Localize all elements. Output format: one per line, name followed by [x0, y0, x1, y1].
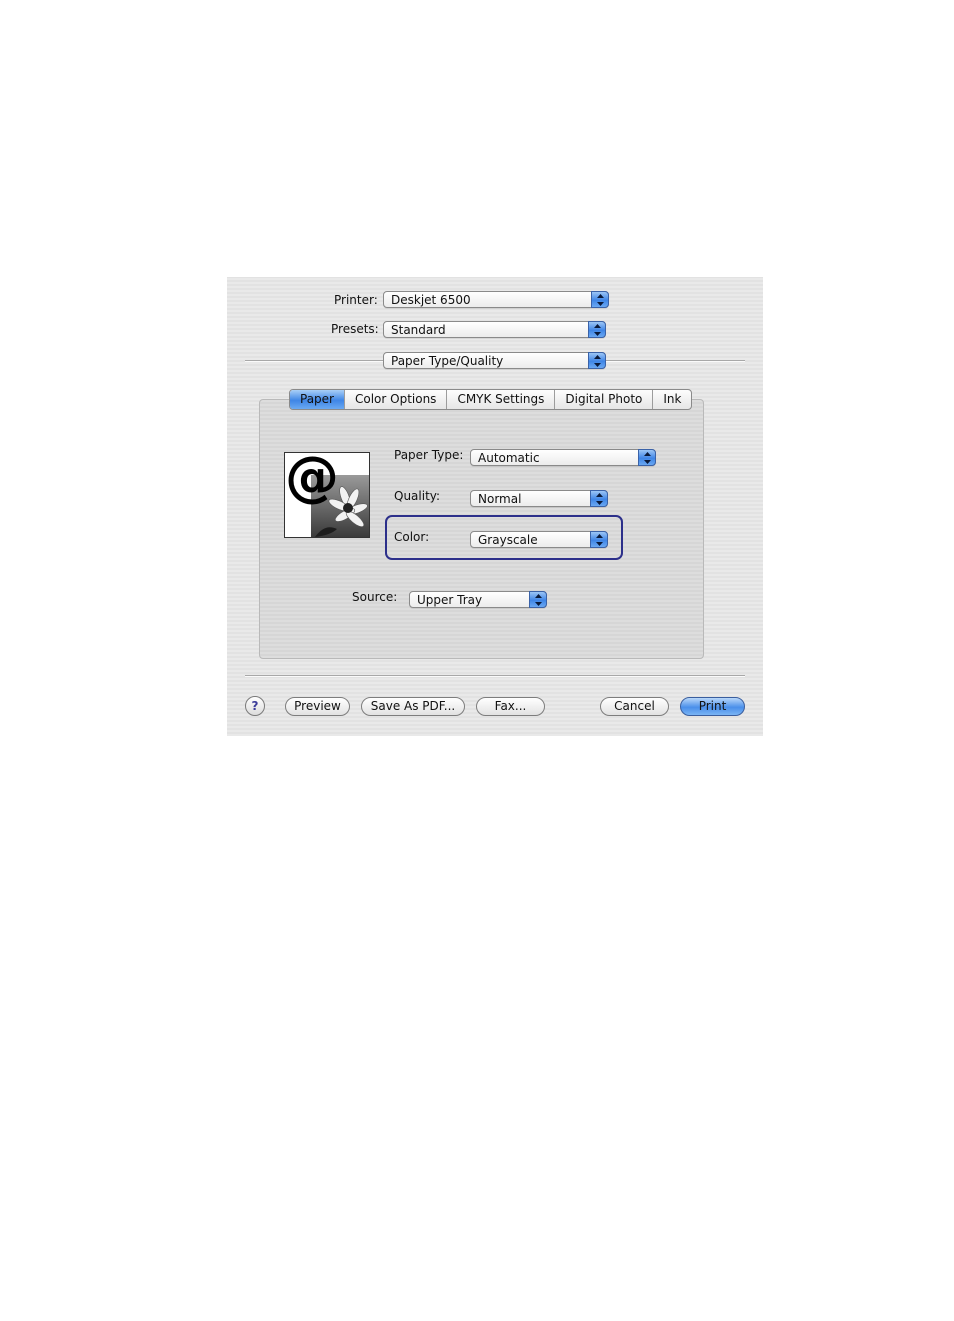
paper-type-popup[interactable]: Automatic	[470, 449, 656, 466]
paper-type-label: Paper Type:	[394, 448, 464, 462]
popup-arrows-icon	[529, 591, 547, 608]
source-label: Source:	[352, 590, 398, 604]
preview-button[interactable]: Preview	[285, 697, 350, 716]
presets-value: Standard	[391, 323, 446, 337]
paper-preview-icon: @	[284, 452, 370, 538]
popup-arrows-icon	[638, 449, 656, 466]
tab-digital-photo[interactable]: Digital Photo	[555, 390, 654, 409]
quality-value: Normal	[478, 492, 522, 506]
quality-popup[interactable]: Normal	[470, 490, 608, 507]
save-as-pdf-button[interactable]: Save As PDF...	[361, 697, 465, 716]
pane-value: Paper Type/Quality	[391, 354, 504, 368]
color-popup[interactable]: Grayscale	[470, 531, 608, 548]
popup-arrows-icon	[590, 490, 608, 507]
tab-paper[interactable]: Paper	[290, 390, 345, 409]
printer-label: Printer:	[334, 293, 378, 307]
source-popup[interactable]: Upper Tray	[409, 591, 547, 608]
source-value: Upper Tray	[417, 593, 483, 607]
popup-arrows-icon	[591, 291, 609, 308]
print-dialog: Printer: Deskjet 6500 Presets: Standard …	[227, 277, 763, 736]
printer-value: Deskjet 6500	[391, 293, 471, 307]
tab-ink[interactable]: Ink	[653, 390, 691, 409]
paper-type-value: Automatic	[478, 451, 540, 465]
printer-popup[interactable]: Deskjet 6500	[383, 291, 609, 308]
popup-arrows-icon	[590, 531, 608, 548]
print-button[interactable]: Print	[680, 697, 745, 716]
color-label: Color:	[394, 530, 430, 544]
pane-popup[interactable]: Paper Type/Quality	[383, 352, 606, 369]
tab-bar: Paper Color Options CMYK Settings Digita…	[289, 389, 693, 410]
presets-popup[interactable]: Standard	[383, 321, 606, 338]
popup-arrows-icon	[588, 352, 606, 369]
fax-button[interactable]: Fax...	[476, 697, 545, 716]
color-value: Grayscale	[478, 533, 538, 547]
presets-label: Presets:	[331, 322, 379, 336]
tab-cmyk-settings[interactable]: CMYK Settings	[447, 390, 556, 409]
quality-label: Quality:	[394, 489, 441, 503]
tab-color-options[interactable]: Color Options	[345, 390, 448, 409]
cancel-button[interactable]: Cancel	[600, 697, 669, 716]
popup-arrows-icon	[588, 321, 606, 338]
bottom-separator	[245, 675, 745, 677]
help-button[interactable]: ?	[245, 696, 265, 716]
at-glyph: @	[285, 452, 339, 508]
